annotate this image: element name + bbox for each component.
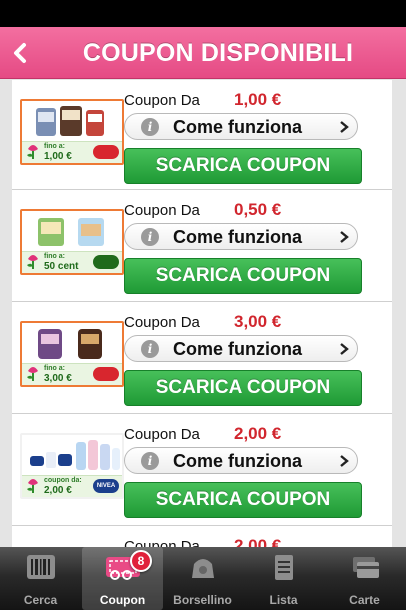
- chevron-left-icon: [14, 43, 26, 63]
- coupon-row: fino a: 50 cent Coupon Da 0,50 € i Come …: [12, 190, 392, 302]
- coupon-product-image[interactable]: fino a: 1,00 €: [20, 99, 124, 165]
- navigation-bar: COUPON DISPONIBILI: [0, 27, 406, 79]
- thumb-value: 50 cent: [44, 261, 79, 272]
- thumb-label: fino a:: [44, 253, 65, 260]
- tulip-logo-icon: [27, 145, 38, 159]
- tab-label: Coupon: [99, 593, 146, 607]
- tab-coupon[interactable]: 8 Coupon: [82, 547, 163, 610]
- download-coupon-button[interactable]: SCARICA COUPON: [124, 482, 362, 518]
- thumb-footer: fino a: 50 cent: [22, 251, 122, 273]
- thumb-value: 2,00 €: [44, 485, 72, 496]
- tab-label: Lista: [269, 593, 298, 607]
- download-coupon-button[interactable]: SCARICA COUPON: [124, 148, 362, 184]
- coupon-prefix: Coupon Da: [124, 426, 200, 443]
- product-packages-icon: [36, 106, 104, 136]
- coupon-amount: 2,00 €: [234, 536, 282, 547]
- coupon-amount: 0,50 €: [234, 200, 282, 219]
- coupon-row: Coupon Da 2,00 €: [12, 526, 392, 547]
- coupon-row: fino a: 3,00 € Coupon Da 3,00 € i Come f…: [12, 302, 392, 414]
- how-it-works-button[interactable]: i Come funziona: [124, 113, 358, 140]
- download-coupon-button[interactable]: SCARICA COUPON: [124, 370, 362, 406]
- coupon-prefix: Coupon Da: [124, 92, 200, 109]
- how-it-works-label: Come funziona: [173, 227, 302, 247]
- coupon-row: coupon da: 2,00 € NIVEA Coupon Da 2,00 €…: [12, 414, 392, 526]
- thumb-footer: fino a: 1,00 €: [22, 141, 122, 163]
- coupon-product-image[interactable]: coupon da: 2,00 € NIVEA: [20, 433, 124, 499]
- coupon-prefix: Coupon Da: [124, 202, 200, 219]
- brand-logo-icon: [93, 367, 119, 381]
- app-root: COUPON DISPONIBILI fino a: 1,00 € Coupon…: [0, 0, 406, 610]
- coupon-row: fino a: 1,00 € Coupon Da 1,00 € i Come f…: [12, 80, 392, 190]
- brand-logo-nivea: NIVEA: [93, 479, 119, 493]
- info-icon: i: [141, 228, 159, 246]
- thumb-label: fino a:: [44, 143, 65, 150]
- chevron-right-icon: [340, 343, 349, 355]
- how-it-works-button[interactable]: i Come funziona: [124, 335, 358, 362]
- info-icon: i: [141, 340, 159, 358]
- how-it-works-label: Come funziona: [173, 451, 302, 471]
- back-button[interactable]: [0, 27, 40, 79]
- coupon-product-image[interactable]: fino a: 3,00 €: [20, 321, 124, 387]
- coupon-amount: 2,00 €: [234, 424, 282, 443]
- thumb-footer: fino a: 3,00 €: [22, 363, 122, 385]
- product-packages-icon: [38, 329, 102, 359]
- how-it-works-label: Come funziona: [173, 117, 302, 137]
- coupon-list: fino a: 1,00 € Coupon Da 1,00 € i Come f…: [12, 80, 392, 547]
- coupon-product-image[interactable]: fino a: 50 cent: [20, 209, 124, 275]
- coupon-amount: 1,00 €: [234, 90, 282, 109]
- tab-label: Borsellino: [173, 593, 232, 607]
- coupon-prefix: Coupon Da: [124, 538, 200, 547]
- thumb-label: coupon da:: [44, 477, 82, 484]
- status-bar: [0, 0, 406, 27]
- thumb-value: 1,00 €: [44, 151, 72, 162]
- tab-lista[interactable]: Lista: [243, 547, 324, 610]
- brand-logo-icon: [93, 145, 119, 159]
- info-icon: i: [141, 118, 159, 136]
- how-it-works-label: Come funziona: [173, 339, 302, 359]
- chevron-right-icon: [340, 231, 349, 243]
- tab-label: Cerca: [23, 593, 58, 607]
- brand-logo-icon: [93, 255, 119, 269]
- tab-borsellino[interactable]: Borsellino: [162, 547, 243, 610]
- how-it-works-button[interactable]: i Come funziona: [124, 223, 358, 250]
- chevron-right-icon: [340, 121, 349, 133]
- purse-icon: [191, 559, 214, 578]
- cards-icon: [352, 557, 379, 578]
- how-it-works-button[interactable]: i Come funziona: [124, 447, 358, 474]
- tab-bar: Cerca 8 Coupon Borsellino Lista Carte: [0, 547, 406, 610]
- tulip-logo-icon: [27, 479, 38, 493]
- coupon-amount: 3,00 €: [234, 312, 282, 331]
- product-packages-icon: [38, 218, 104, 246]
- download-coupon-button[interactable]: SCARICA COUPON: [124, 258, 362, 294]
- tab-label: Carte: [349, 593, 380, 607]
- coupon-prefix: Coupon Da: [124, 314, 200, 331]
- barcode-icon: [26, 555, 55, 579]
- info-icon: i: [141, 452, 159, 470]
- coupon-list-scroll[interactable]: fino a: 1,00 € Coupon Da 1,00 € i Come f…: [0, 80, 406, 547]
- chevron-right-icon: [340, 455, 349, 467]
- thumb-footer: coupon da: 2,00 € NIVEA: [22, 475, 122, 497]
- tulip-logo-icon: [27, 255, 38, 269]
- page-title: COUPON DISPONIBILI: [82, 39, 354, 67]
- tulip-logo-icon: [27, 367, 38, 381]
- notepad-icon: [274, 555, 293, 580]
- thumb-value: 3,00 €: [44, 373, 72, 384]
- notification-badge: 8: [130, 550, 152, 572]
- tab-cerca[interactable]: Cerca: [0, 547, 81, 610]
- tab-carte[interactable]: Carte: [324, 547, 405, 610]
- product-packages-icon: [30, 440, 120, 470]
- thumb-label: fino a:: [44, 365, 65, 372]
